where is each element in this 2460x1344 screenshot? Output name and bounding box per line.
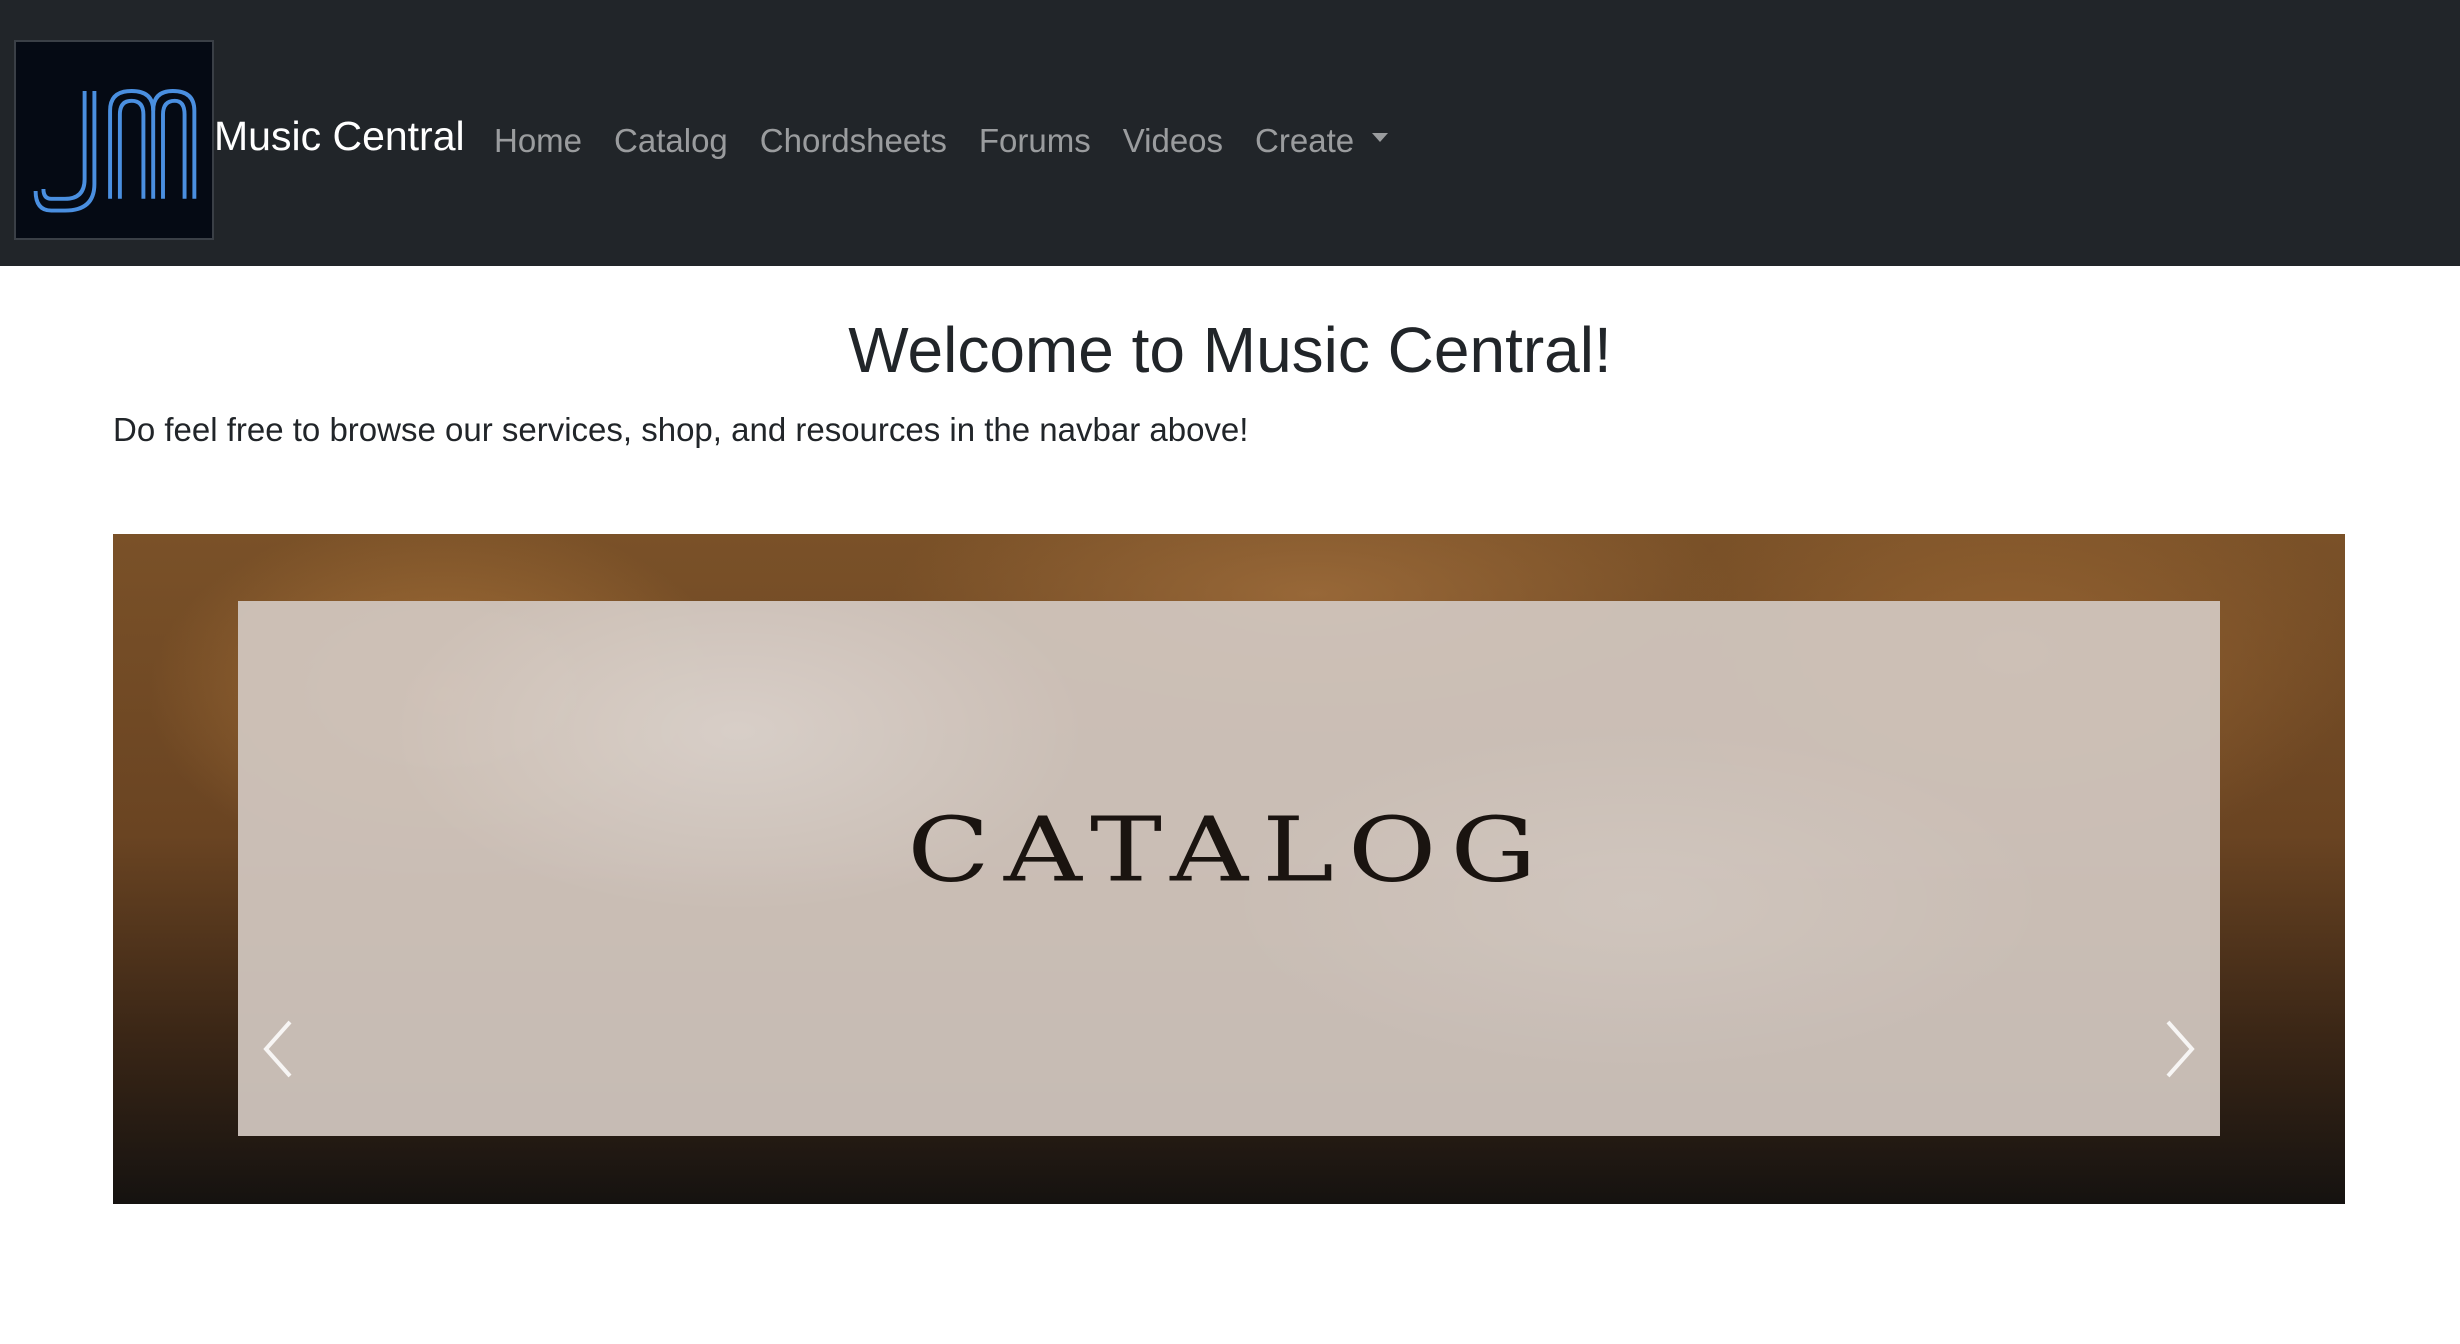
site-logo[interactable] bbox=[14, 40, 214, 240]
carousel-slide[interactable]: CATALOG bbox=[238, 601, 2220, 1136]
navbar: Music Central Home Catalog Chordsheets F… bbox=[0, 0, 2460, 266]
intro-text: Do feel free to browse our services, sho… bbox=[113, 411, 1249, 448]
nav-home[interactable]: Home bbox=[478, 118, 598, 164]
carousel: CATALOG bbox=[113, 534, 2345, 1204]
nav-chordsheets[interactable]: Chordsheets bbox=[744, 118, 963, 164]
caret-down-icon bbox=[1372, 132, 1389, 142]
chevron-right-icon bbox=[2166, 1020, 2195, 1078]
nav-forums[interactable]: Forums bbox=[963, 118, 1107, 164]
jm-monogram-icon bbox=[33, 89, 197, 213]
carousel-next-button[interactable] bbox=[2140, 994, 2220, 1104]
slide-caption: CATALOG bbox=[907, 799, 1551, 902]
nav-create-dropdown[interactable]: Create bbox=[1239, 118, 1404, 164]
nav-videos[interactable]: Videos bbox=[1107, 118, 1239, 164]
nav-catalog[interactable]: Catalog bbox=[598, 118, 744, 164]
brand-link[interactable]: Music Central bbox=[214, 112, 465, 160]
main-nav: Home Catalog Chordsheets Forums Videos C… bbox=[478, 118, 1404, 164]
nav-create-label: Create bbox=[1255, 122, 1355, 159]
carousel-prev-button[interactable] bbox=[238, 994, 318, 1104]
page-title: Welcome to Music Central! bbox=[848, 314, 1612, 386]
chevron-left-icon bbox=[263, 1020, 292, 1078]
